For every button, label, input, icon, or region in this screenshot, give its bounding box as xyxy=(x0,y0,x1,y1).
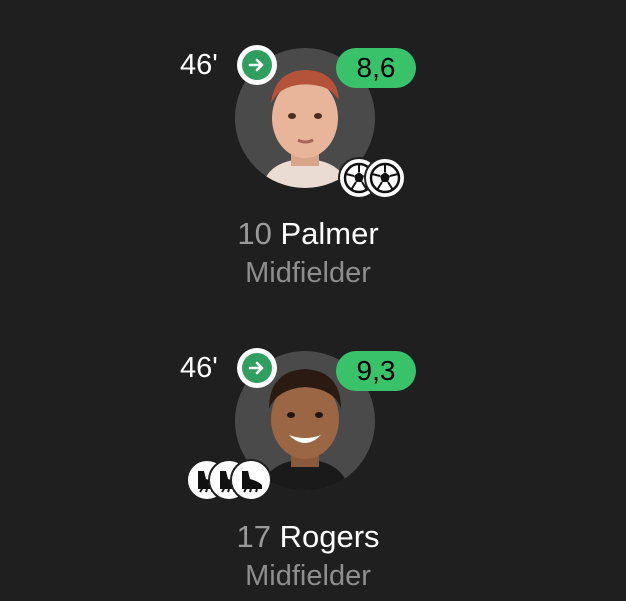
player-position: Midfielder xyxy=(245,257,371,289)
player-name: Rogers xyxy=(279,519,380,554)
shirt-number: 10 xyxy=(237,216,272,251)
substitution-minute: 46' xyxy=(180,352,218,384)
player-name-line: 10 Palmer xyxy=(0,214,616,254)
substitution-in-icon xyxy=(237,45,277,85)
player-position: Midfielder xyxy=(245,560,371,592)
player-card-rogers[interactable]: 46' 9,3 17 Rogers Midfielder xyxy=(0,303,626,593)
player-name: Palmer xyxy=(280,216,379,251)
player-name-line: 17 Rogers xyxy=(0,517,616,557)
substitution-minute: 46' xyxy=(180,49,218,81)
goal-icon xyxy=(364,157,406,199)
shirt-number: 17 xyxy=(236,519,271,554)
assist-boot-icon xyxy=(230,459,272,501)
player-rating-badge: 8,6 xyxy=(336,48,416,88)
player-rating-badge: 9,3 xyxy=(336,351,416,391)
substitution-in-icon xyxy=(237,348,277,388)
player-card-palmer[interactable]: 46' 8,6 10 Palmer Midfielder xyxy=(0,0,626,290)
